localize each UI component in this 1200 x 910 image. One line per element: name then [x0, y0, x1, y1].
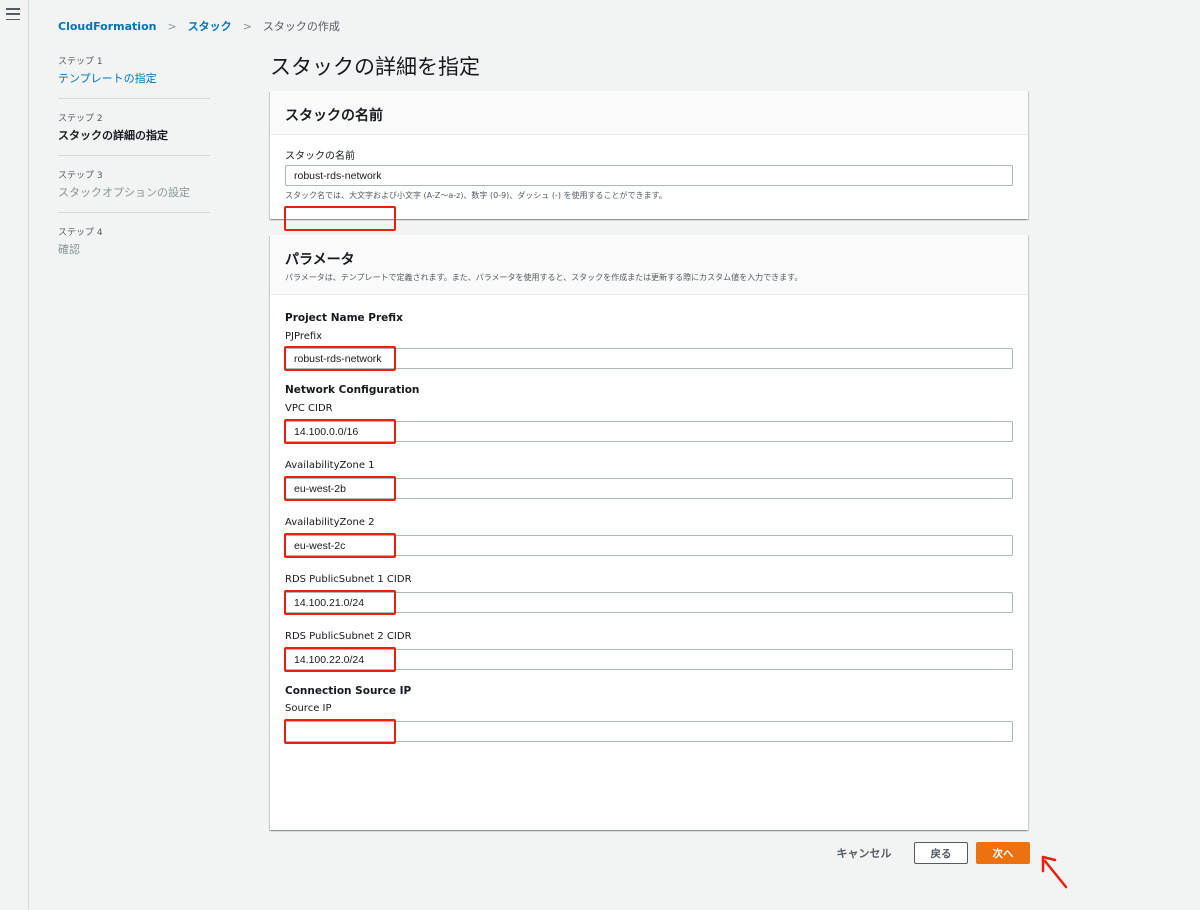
step-number: ステップ 2: [58, 114, 103, 124]
pjprefix-label: PJPrefix: [285, 331, 323, 342]
stack-name-panel: スタックの名前 スタックの名前 スタック名では、大文字および小文字 (A-Z〜a…: [270, 91, 1028, 231]
az1-input[interactable]: [285, 478, 1013, 499]
group-project-name-prefix: Project Name Prefix: [285, 312, 403, 324]
chevron-right-icon: >: [167, 19, 177, 33]
annotation-arrow-icon: [1041, 855, 1068, 889]
step-link-template[interactable]: テンプレートの指定: [58, 70, 210, 86]
group-connection-source-ip: Connection Source IP: [285, 685, 412, 697]
wizard-steps: ステップ 1 テンプレートの指定 ステップ 2 スタックの詳細の指定 ステップ …: [58, 54, 210, 281]
step-number: ステップ 3: [58, 171, 103, 181]
panel-heading: スタックの名前: [285, 108, 383, 124]
step-number: ステップ 1: [58, 57, 103, 67]
stack-name-label: スタックの名前: [285, 151, 355, 162]
parameters-panel: パラメータ パラメータは、テンプレートで定義されます。また、パラメータを使用する…: [270, 235, 1028, 830]
breadcrumb-stacks[interactable]: スタック: [188, 18, 232, 34]
panel-header: スタックの名前: [270, 91, 1028, 135]
step-number: ステップ 4: [58, 228, 103, 238]
wizard-step-1: ステップ 1 テンプレートの指定: [58, 54, 210, 99]
az2-label: AvailabilityZone 2: [285, 517, 375, 528]
az2-input[interactable]: [285, 535, 1013, 556]
subnet2-label: RDS PublicSubnet 2 CIDR: [285, 631, 412, 642]
step-title-current: スタックの詳細の指定: [58, 129, 168, 142]
step-title-review: 確認: [58, 243, 80, 256]
panel-description: パラメータは、テンプレートで定義されます。また、パラメータを使用すると、スタック…: [285, 273, 803, 282]
vpc-cidr-input[interactable]: [285, 421, 1013, 442]
subnet1-input[interactable]: [285, 592, 1013, 613]
panel-header: パラメータ パラメータは、テンプレートで定義されます。また、パラメータを使用する…: [270, 235, 1028, 295]
wizard-step-3: ステップ 3 スタックオプションの設定: [58, 168, 210, 213]
group-network-configuration: Network Configuration: [285, 384, 420, 396]
page-title: スタックの詳細を指定: [270, 55, 480, 79]
az1-label: AvailabilityZone 1: [285, 460, 375, 471]
annotation-highlight: [284, 206, 396, 231]
stack-name-hint: スタック名では、大文字および小文字 (A-Z〜a-z)、数字 (0-9)、ダッシ…: [285, 191, 667, 200]
step-title-options: スタックオプションの設定: [58, 186, 190, 199]
pjprefix-input[interactable]: [285, 348, 1013, 369]
cancel-button[interactable]: キャンセル: [828, 842, 900, 864]
menu-icon[interactable]: [6, 8, 20, 20]
wizard-step-4: ステップ 4 確認: [58, 225, 210, 269]
subnet2-input[interactable]: [285, 649, 1013, 670]
stack-name-input[interactable]: [285, 165, 1013, 186]
back-button[interactable]: 戻る: [914, 842, 968, 864]
next-button[interactable]: 次へ: [976, 842, 1030, 864]
breadcrumb-cloudformation[interactable]: CloudFormation: [58, 20, 156, 33]
subnet1-label: RDS PublicSubnet 1 CIDR: [285, 574, 412, 585]
source-ip-input[interactable]: [285, 721, 1013, 742]
breadcrumb: CloudFormation > スタック > スタックの作成: [58, 18, 340, 34]
chevron-right-icon: >: [242, 19, 252, 33]
wizard-step-2: ステップ 2 スタックの詳細の指定: [58, 111, 210, 156]
breadcrumb-current: スタックの作成: [262, 20, 340, 33]
source-ip-label: Source IP: [285, 703, 332, 714]
panel-heading: パラメータ: [285, 252, 355, 268]
left-rail: [0, 0, 29, 910]
vpc-cidr-label: VPC CIDR: [285, 403, 333, 414]
